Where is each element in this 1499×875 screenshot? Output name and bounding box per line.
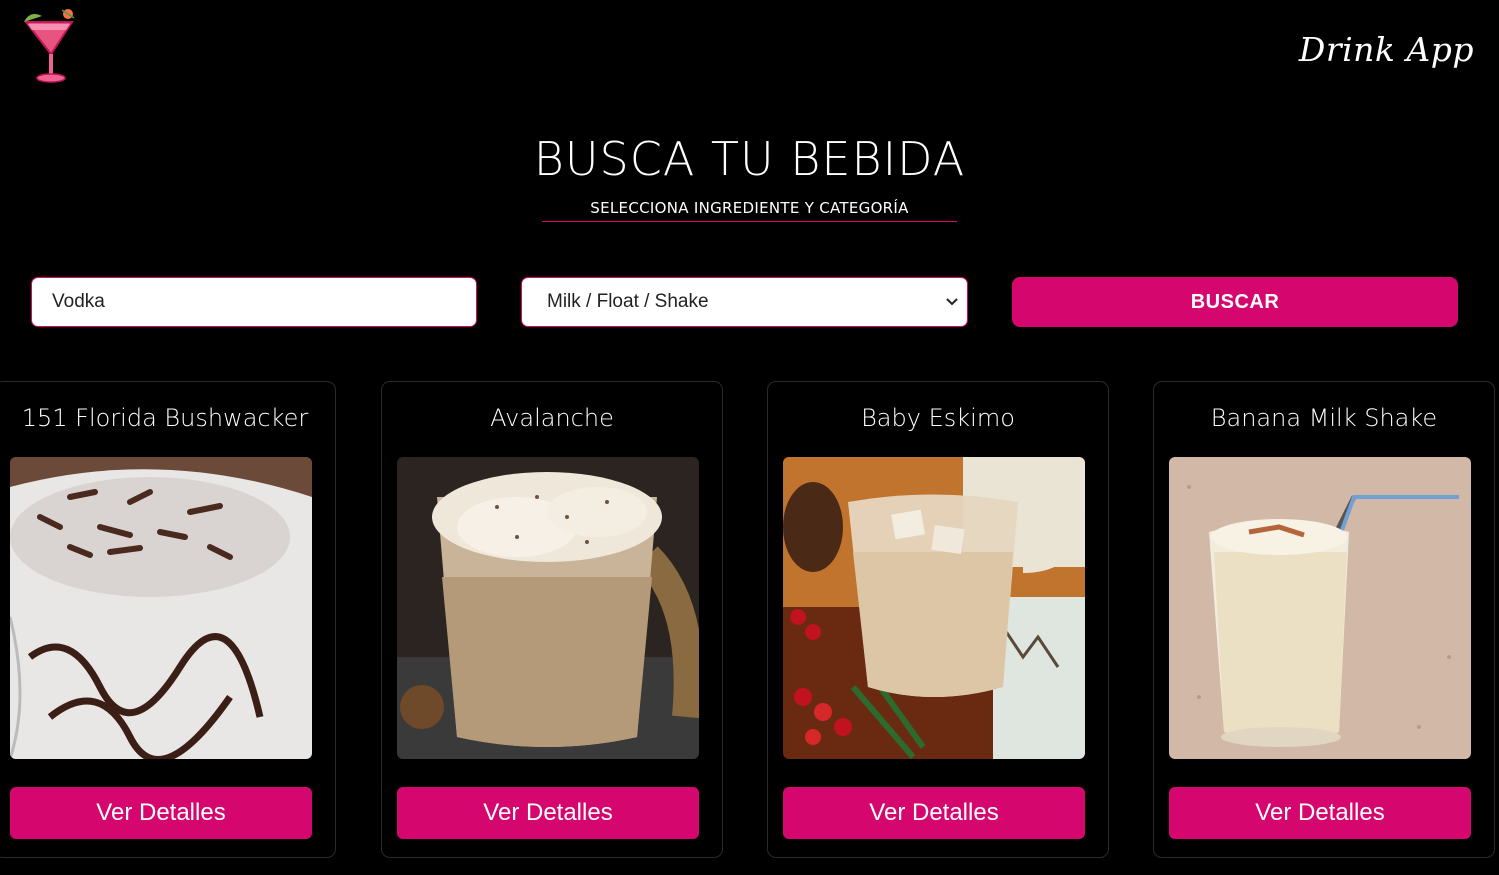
- details-button[interactable]: Ver Detalles: [1169, 787, 1471, 839]
- drink-card: 151 Florida Bushwacker Ver Detalles: [0, 381, 336, 858]
- drink-image: [1169, 457, 1471, 759]
- cocktail-glass-icon[interactable]: [22, 6, 80, 88]
- drink-name: 151 Florida Bushwacker: [21, 404, 309, 432]
- drink-results: 151 Florida Bushwacker Ver Detalles Aval…: [0, 381, 1499, 861]
- drink-name: Banana Milk Shake: [1210, 404, 1438, 432]
- drink-image: [783, 457, 1085, 759]
- category-select[interactable]: Milk / Float / Shake: [521, 277, 968, 327]
- page-title: BUSCA TU BEBIDA: [533, 132, 966, 186]
- chevron-down-icon: [945, 294, 959, 310]
- drink-card: Avalanche Ver Detalles: [381, 381, 723, 858]
- drink-name: Baby Eskimo: [861, 404, 1015, 432]
- search-form: Vodka Milk / Float / Shake BUSCAR: [31, 277, 1458, 327]
- details-button[interactable]: Ver Detalles: [10, 787, 312, 839]
- search-button[interactable]: BUSCAR: [1012, 277, 1458, 327]
- drink-image: [397, 457, 699, 759]
- page-subtitle: SELECCIONA INGREDIENTE Y CATEGORÍA: [590, 199, 909, 217]
- drink-name: Avalanche: [490, 404, 614, 432]
- ingredient-input[interactable]: Vodka: [31, 277, 477, 327]
- drink-card: Banana Milk Shake Ver Detalles: [1153, 381, 1495, 858]
- drink-card: Baby Eskimo Ver Detalles: [767, 381, 1109, 858]
- ingredient-input-value: Vodka: [52, 291, 105, 312]
- brand-name: Drink App: [1298, 30, 1474, 69]
- details-button[interactable]: Ver Detalles: [783, 787, 1085, 839]
- hero: BUSCA TU BEBIDA SELECCIONA INGREDIENTE Y…: [0, 130, 1499, 222]
- subtitle-underline: SELECCIONA INGREDIENTE Y CATEGORÍA: [542, 198, 957, 222]
- details-button[interactable]: Ver Detalles: [397, 787, 699, 839]
- category-select-value: Milk / Float / Shake: [547, 291, 709, 312]
- drink-image: [10, 457, 312, 759]
